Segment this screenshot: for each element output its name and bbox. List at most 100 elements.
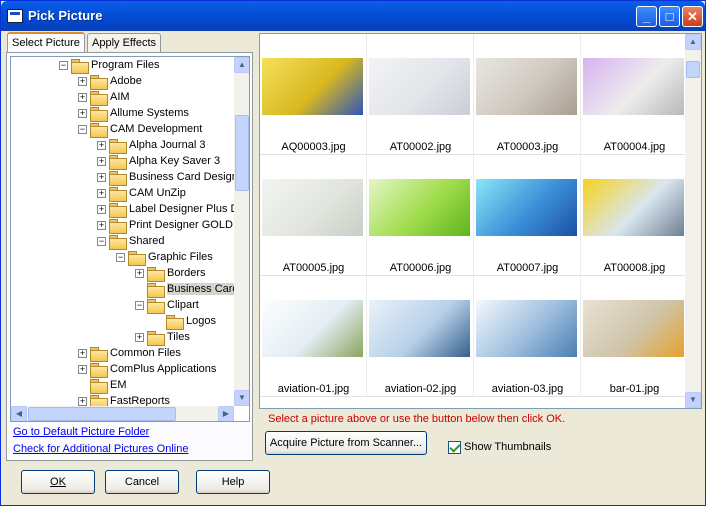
thumbnail-item[interactable]: aviation-03.jpg <box>474 276 581 397</box>
tree-node[interactable]: + Tiles <box>11 330 234 346</box>
online-pictures-link[interactable]: Check for Additional Pictures Online <box>13 443 188 455</box>
tree-node[interactable]: + FastReports <box>11 394 234 406</box>
thumbnail-image[interactable] <box>369 300 470 357</box>
tab-apply-effects[interactable]: Apply Effects <box>87 33 161 52</box>
tree-node-label: Adobe <box>110 75 142 87</box>
tree-node[interactable]: + AIM <box>11 90 234 106</box>
tree-node-label: CAM UnZip <box>129 187 186 199</box>
thumbnail-caption: AT00005.jpg <box>282 262 345 274</box>
tree-node[interactable]: + Borders <box>11 266 234 282</box>
thumbnail-item[interactable]: AQ00003.jpg <box>260 34 367 155</box>
thumbnail-image[interactable] <box>369 58 470 115</box>
tree-node[interactable]: + ComPlus Applications <box>11 362 234 378</box>
expand-plus-icon[interactable]: + <box>97 141 106 150</box>
title-bar[interactable]: Pick Picture _ □ ✕ <box>1 1 705 31</box>
help-button[interactable]: Help <box>196 470 270 494</box>
expand-plus-icon[interactable]: + <box>97 173 106 182</box>
thumbnail-item[interactable]: AT00003.jpg <box>474 34 581 155</box>
tab-select-picture[interactable]: Select Picture <box>7 32 85 53</box>
thumbnail-image[interactable] <box>476 179 577 236</box>
grid-vertical-scrollbar[interactable]: ▲ ▼ <box>685 34 701 408</box>
tree-node[interactable]: + Alpha Key Saver 3 <box>11 154 234 170</box>
maximize-button[interactable]: □ <box>659 6 680 27</box>
collapse-minus-icon[interactable]: − <box>97 237 106 246</box>
grid-scroll-up-arrow-icon[interactable]: ▲ <box>685 34 701 50</box>
thumbnail-item[interactable]: AT00007.jpg <box>474 155 581 276</box>
tree-node-label: Alpha Key Saver 3 <box>129 155 221 167</box>
expand-plus-icon[interactable]: + <box>97 189 106 198</box>
scroll-down-arrow-icon[interactable]: ▼ <box>234 390 249 406</box>
expand-plus-icon[interactable]: + <box>78 93 87 102</box>
tree-vertical-scrollbar[interactable]: ▲ ▼ <box>234 57 249 406</box>
thumbnail-image[interactable] <box>583 58 684 115</box>
thumbnail-image[interactable] <box>476 300 577 357</box>
tree-node[interactable]: + Common Files <box>11 346 234 362</box>
tree-node-label: ComPlus Applications <box>110 363 217 375</box>
ok-label: OK <box>50 476 66 488</box>
thumbnail-image[interactable] <box>369 179 470 236</box>
expand-plus-icon[interactable]: + <box>78 109 87 118</box>
scroll-up-arrow-icon[interactable]: ▲ <box>234 57 249 73</box>
thumbnail-item[interactable]: bar-01.jpg <box>581 276 688 397</box>
close-button[interactable]: ✕ <box>682 6 703 27</box>
expand-plus-icon[interactable]: + <box>135 269 144 278</box>
minimize-button[interactable]: _ <box>636 6 657 27</box>
thumbnail-image[interactable] <box>262 58 363 115</box>
expand-plus-icon[interactable]: + <box>97 221 106 230</box>
tree-node[interactable]: + Alpha Journal 3 <box>11 138 234 154</box>
grid-vertical-scroll-thumb[interactable] <box>686 61 700 78</box>
tree-node[interactable]: Logos <box>11 314 234 330</box>
expand-plus-icon[interactable]: + <box>78 397 87 406</box>
tree-node[interactable]: − Shared <box>11 234 234 250</box>
tree-node[interactable]: − Graphic Files <box>11 250 234 266</box>
tree-node[interactable]: EM <box>11 378 234 394</box>
scroll-left-arrow-icon[interactable]: ◀ <box>11 406 27 421</box>
tree-node[interactable]: + Label Designer Plus D <box>11 202 234 218</box>
thumbnail-item[interactable]: AT00006.jpg <box>367 155 474 276</box>
default-folder-link[interactable]: Go to Default Picture Folder <box>13 426 149 438</box>
thumbnail-image[interactable] <box>583 300 684 357</box>
expand-plus-icon[interactable]: + <box>78 365 87 374</box>
tree-node-label: Common Files <box>110 347 181 359</box>
tree-node[interactable]: Business Card <box>11 282 234 298</box>
tree-horizontal-scrollbar[interactable]: ◀ ▶ <box>11 406 234 421</box>
thumbnail-item[interactable]: aviation-01.jpg <box>260 276 367 397</box>
thumbnail-image[interactable] <box>262 179 363 236</box>
collapse-minus-icon[interactable]: − <box>116 253 125 262</box>
collapse-minus-icon[interactable]: − <box>135 301 144 310</box>
tree-horizontal-scroll-thumb[interactable] <box>28 407 176 421</box>
ok-button[interactable]: OK <box>21 470 95 494</box>
tree-node[interactable]: + CAM UnZip <box>11 186 234 202</box>
tree-node[interactable]: − Program Files <box>11 58 234 74</box>
expand-plus-icon[interactable]: + <box>97 157 106 166</box>
thumbnail-item[interactable]: aviation-02.jpg <box>367 276 474 397</box>
folder-icon <box>90 379 108 394</box>
grid-scroll-down-arrow-icon[interactable]: ▼ <box>685 392 701 408</box>
tree-node[interactable]: + Adobe <box>11 74 234 90</box>
tree-node[interactable]: − Clipart <box>11 298 234 314</box>
collapse-minus-icon[interactable]: − <box>78 125 87 134</box>
tree-node[interactable]: + Allume Systems <box>11 106 234 122</box>
thumbnail-item[interactable]: AT00004.jpg <box>581 34 688 155</box>
show-thumbnails-label[interactable]: Show Thumbnails <box>464 441 551 453</box>
thumbnail-item[interactable]: AT00002.jpg <box>367 34 474 155</box>
thumbnail-item[interactable]: AT00005.jpg <box>260 155 367 276</box>
thumbnail-item[interactable]: AT00008.jpg <box>581 155 688 276</box>
tree-node[interactable]: − CAM Development <box>11 122 234 138</box>
cancel-button[interactable]: Cancel <box>105 470 179 494</box>
show-thumbnails-checkbox[interactable] <box>448 441 461 454</box>
expand-plus-icon[interactable]: + <box>97 205 106 214</box>
expand-plus-icon[interactable]: + <box>135 333 144 342</box>
expand-plus-icon[interactable]: + <box>78 77 87 86</box>
thumbnail-image[interactable] <box>476 58 577 115</box>
scroll-right-arrow-icon[interactable]: ▶ <box>218 406 234 421</box>
collapse-minus-icon[interactable]: − <box>59 61 68 70</box>
expand-plus-icon[interactable]: + <box>78 349 87 358</box>
tree-node[interactable]: + Business Card Design <box>11 170 234 186</box>
tree-vertical-scroll-thumb[interactable] <box>235 115 249 191</box>
tree-node-label: Program Files <box>91 59 160 71</box>
thumbnail-image[interactable] <box>262 300 363 357</box>
acquire-scanner-button[interactable]: Acquire Picture from Scanner... <box>265 431 427 455</box>
tree-node[interactable]: + Print Designer GOLD <box>11 218 234 234</box>
thumbnail-image[interactable] <box>583 179 684 236</box>
